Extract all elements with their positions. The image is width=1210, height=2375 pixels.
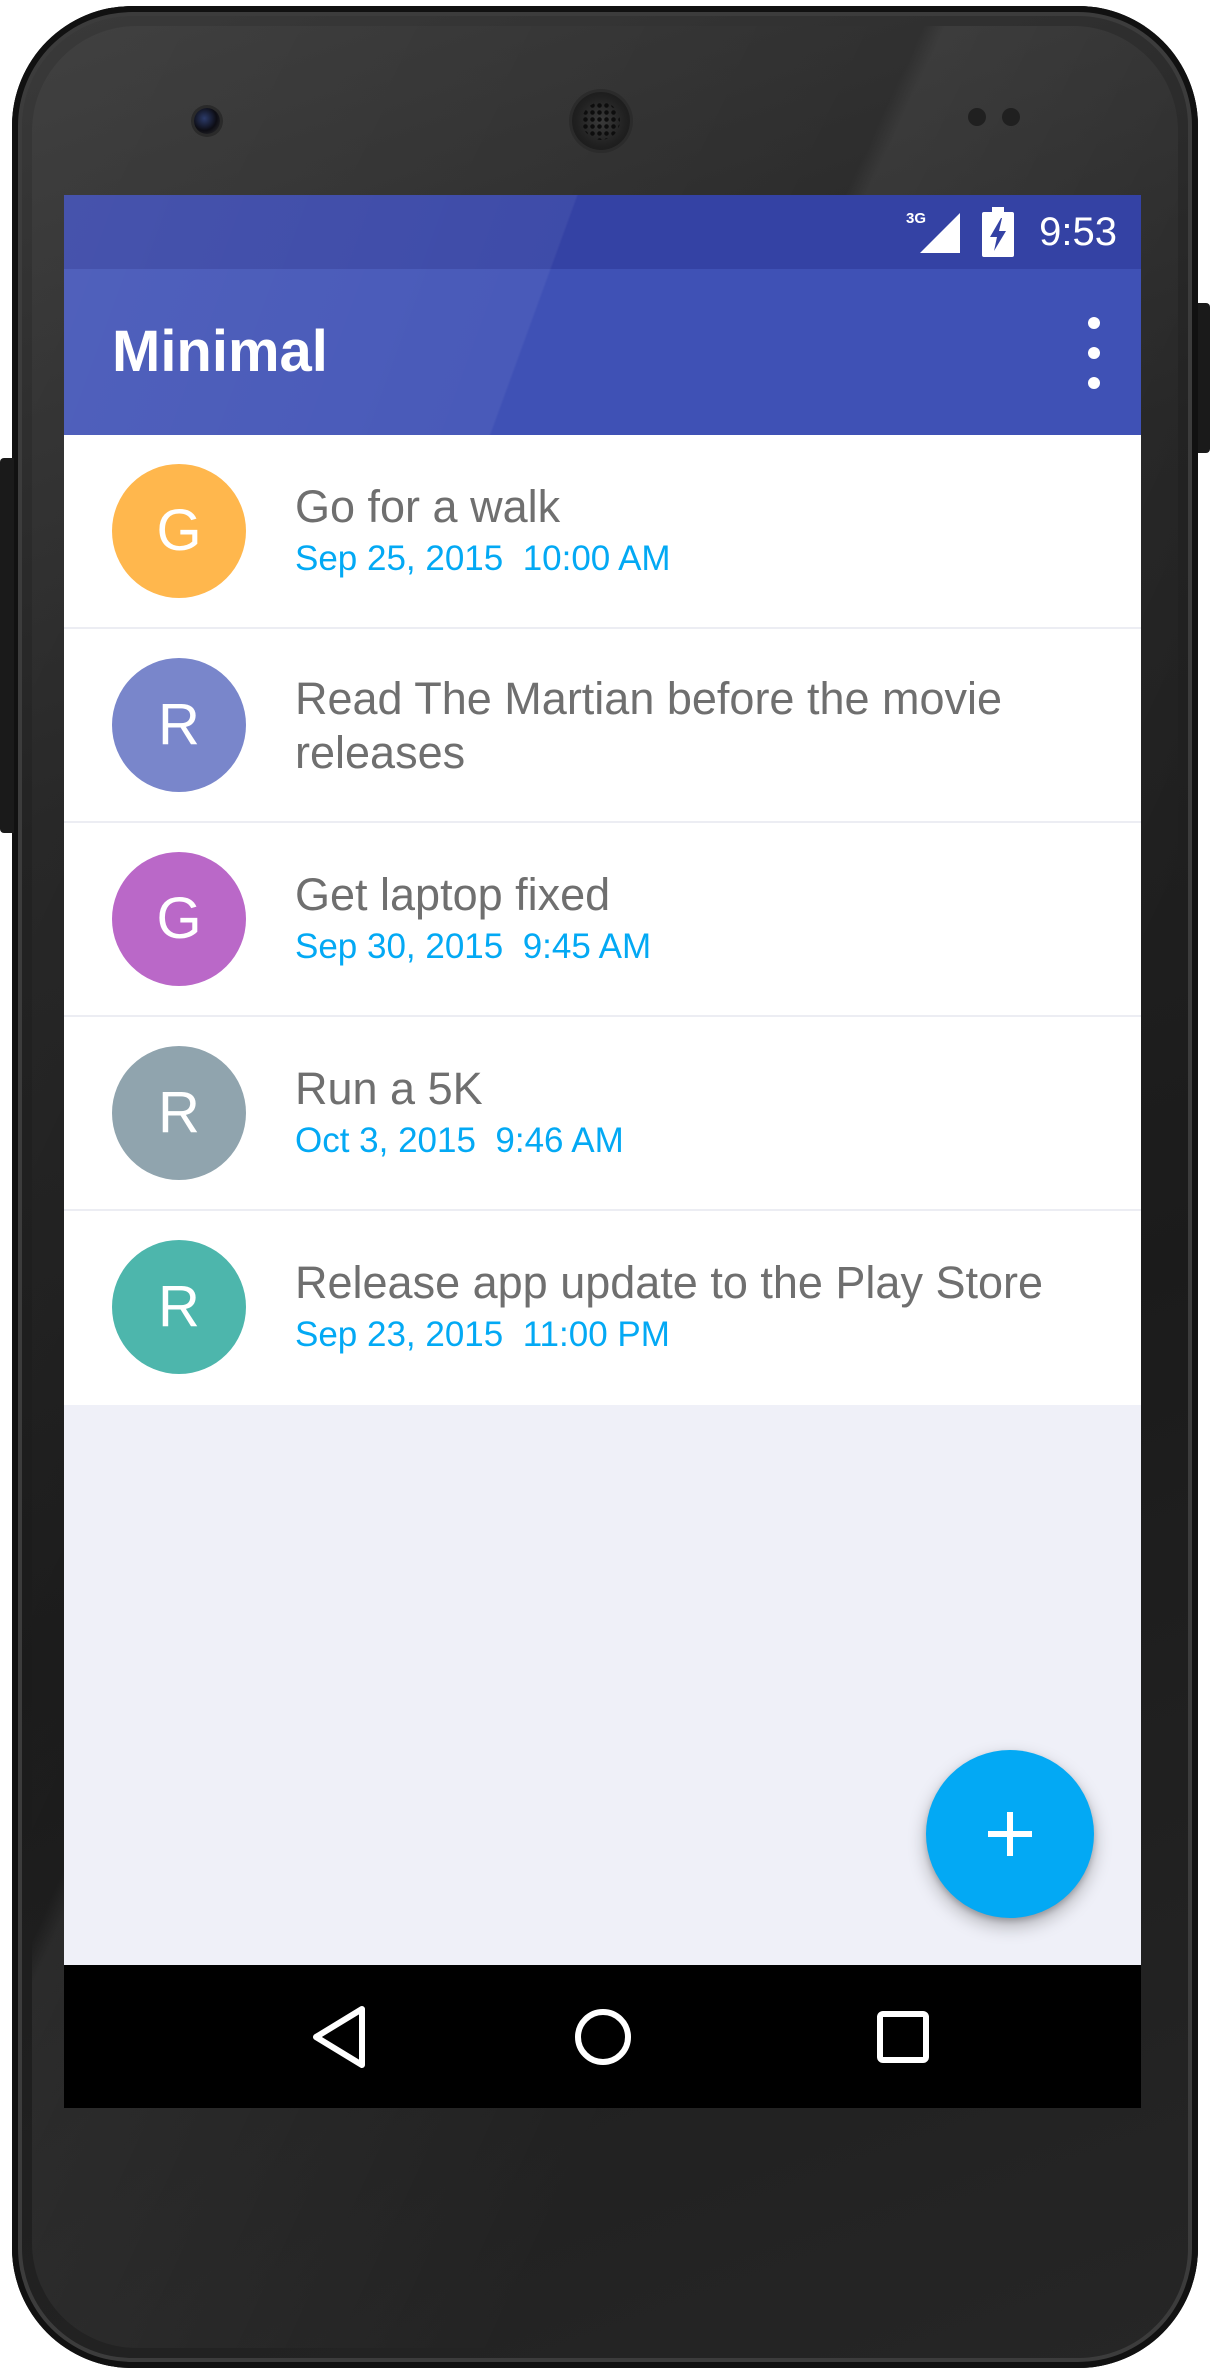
task-date: Oct 3, 2015 9:46 AM (295, 1121, 624, 1160)
task-title: Run a 5K (295, 1063, 483, 1114)
status-bar: 3G 9:53 (64, 195, 1141, 269)
screen: 3G 9:53 Minimal G Go for a walk Sep 25, … (64, 195, 1141, 2108)
list-item[interactable]: R Release app update to the Play Store S… (64, 1211, 1141, 1405)
proximity-sensor (968, 108, 986, 126)
avatar: R (112, 1046, 246, 1180)
home-icon[interactable] (567, 2001, 639, 2073)
list-item[interactable]: R Read The Martian before the movie rele… (64, 629, 1141, 823)
recents-icon[interactable] (867, 2001, 939, 2073)
volume-button (0, 458, 14, 833)
task-title: Get laptop fixed (295, 869, 611, 920)
front-camera (194, 108, 220, 134)
list-item-text: Release app update to the Play Store Sep… (295, 1211, 1101, 1405)
list-item-text: Run a 5K Oct 3, 2015 9:46 AM (295, 1017, 1101, 1211)
list-item-text: Read The Martian before the movie releas… (295, 629, 1101, 823)
avatar: G (112, 464, 246, 598)
speaker-grille (582, 102, 620, 140)
task-title: Read The Martian before the movie releas… (295, 673, 1003, 778)
task-date: Sep 25, 2015 10:00 AM (295, 539, 671, 578)
task-list: G Go for a walk Sep 25, 2015 10:00 AM R … (64, 435, 1141, 1405)
app-bar: Minimal (64, 269, 1141, 435)
status-time: 9:53 (1039, 210, 1117, 254)
back-icon[interactable] (304, 2001, 376, 2073)
list-item-text: Get laptop fixed Sep 30, 2015 9:45 AM (295, 823, 1101, 1017)
more-vert-icon[interactable] (1069, 313, 1119, 393)
earpiece-speaker (572, 92, 630, 150)
list-item[interactable]: R Run a 5K Oct 3, 2015 9:46 AM (64, 1017, 1141, 1211)
avatar: G (112, 852, 246, 986)
list-item-text: Go for a walk Sep 25, 2015 10:00 AM (295, 435, 1101, 629)
light-sensor (1002, 108, 1020, 126)
power-button (1198, 303, 1210, 453)
task-date: Sep 23, 2015 11:00 PM (295, 1315, 670, 1354)
navigation-bar (64, 1965, 1141, 2108)
network-type-label: 3G (906, 210, 926, 227)
list-item[interactable]: G Get laptop fixed Sep 30, 2015 9:45 AM (64, 823, 1141, 1017)
list-item[interactable]: G Go for a walk Sep 25, 2015 10:00 AM (64, 435, 1141, 629)
task-date: Sep 30, 2015 9:45 AM (295, 927, 652, 966)
signal-icon: 3G (906, 210, 960, 253)
avatar: R (112, 1240, 246, 1374)
avatar: R (112, 658, 246, 792)
task-title: Release app update to the Play Store (295, 1257, 1044, 1308)
add-task-button[interactable] (926, 1750, 1094, 1918)
app-title: Minimal (112, 319, 328, 384)
task-title: Go for a walk (295, 481, 561, 532)
battery-charging-icon (982, 207, 1014, 257)
